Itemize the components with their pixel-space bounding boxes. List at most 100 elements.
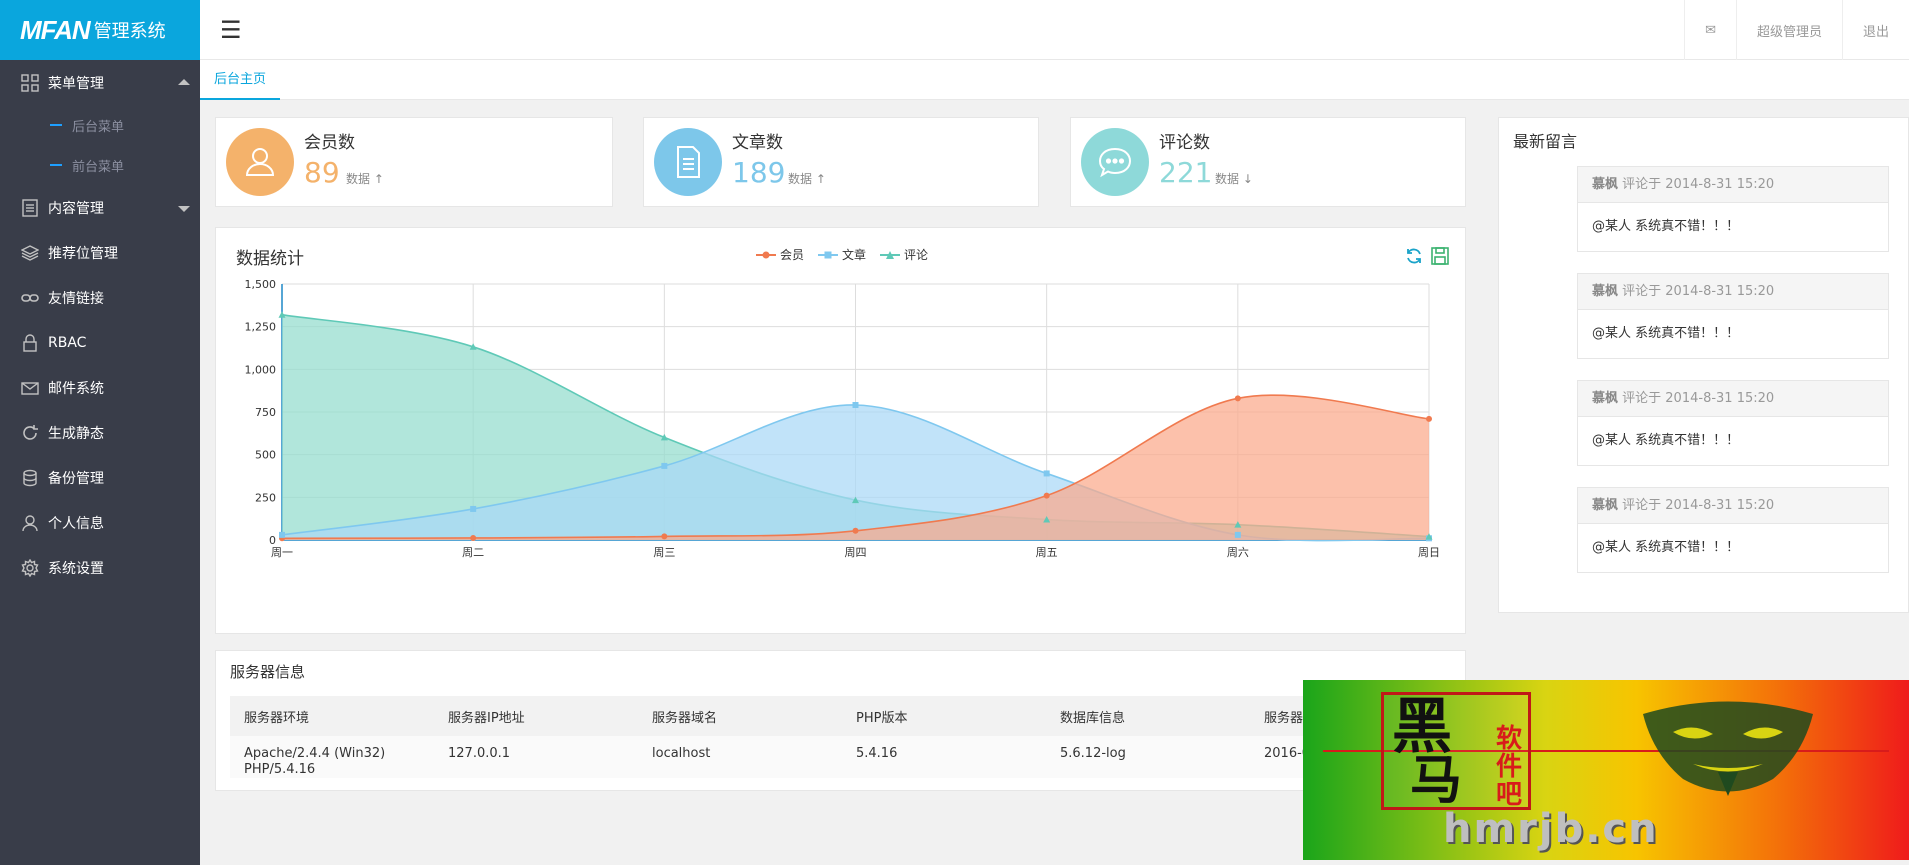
sidebar-item-profile[interactable]: 个人信息 [0, 500, 200, 545]
table-cell: 127.0.0.1 [434, 736, 638, 778]
message-item[interactable]: 慕枫 评论于 2014-8-31 15:20 @某人 系统真不错！！！ [1577, 273, 1889, 359]
sidebar-menu: 菜单管理 后台菜单 前台菜单 内容管理 推荐位管理 友情链接 RBAC 邮件系统… [0, 60, 200, 590]
logo[interactable]: MFAN 管理系统 [0, 0, 200, 60]
message-body: @某人 系统真不错！！！ [1592, 540, 1740, 555]
lock-icon [20, 333, 40, 353]
logout-button[interactable]: 退出 [1841, 0, 1909, 60]
server-info-title: 服务器信息 [230, 663, 306, 681]
chart-card: 数据统计 会员 文章 评论 0 250 500 750 1,000 1,250 1,500 周… [215, 227, 1466, 634]
sidebar-item-recommend[interactable]: 推荐位管理 [0, 230, 200, 275]
data-point [661, 462, 668, 469]
stat-circle [226, 128, 294, 196]
hamburger-menu-icon[interactable]: ☰ [220, 16, 242, 44]
document-icon [677, 146, 700, 178]
stat-value: 221 [1159, 156, 1213, 189]
x-tick-label: 周日 [1418, 546, 1440, 559]
stat-label: 评论数 [1159, 133, 1210, 153]
sidebar-item-label: 菜单管理 [48, 75, 104, 92]
message-item[interactable]: 慕枫 评论于 2014-8-31 15:20 @某人 系统真不错！！！ [1577, 487, 1889, 573]
dash-icon [50, 124, 62, 126]
legend-label: 文章 [842, 248, 867, 262]
stat-sub: 数据 ↑ [346, 170, 384, 187]
message-item[interactable]: 慕枫 评论于 2014-8-31 15:20 @某人 系统真不错！！！ [1577, 166, 1889, 252]
data-point [1426, 415, 1432, 422]
stat-value: 189 [732, 156, 786, 189]
message-meta: 评论于 2014-8-31 15:20 [1622, 498, 1775, 513]
data-point [852, 527, 859, 534]
data-point [1234, 395, 1241, 402]
message-meta: 评论于 2014-8-31 15:20 [1622, 177, 1775, 192]
sidebar-item-backup[interactable]: 备份管理 [0, 455, 200, 500]
x-tick-label: 周六 [1227, 546, 1249, 559]
message-meta: 评论于 2014-8-31 15:20 [1622, 391, 1775, 406]
watermark-banner: 黑 马 软件吧 hmrjb.cn [1303, 680, 1909, 860]
arrow-up-icon: ↑ [373, 172, 384, 186]
table-cell: 5.6.12-log [1046, 736, 1250, 778]
header-actions: ✉ 超级管理员 退出 [1684, 0, 1909, 60]
layers-icon [20, 243, 40, 263]
table-header-row: 服务器环境 服务器IP地址 服务器域名 PHP版本 数据库信息 服务器 [230, 696, 1452, 736]
stat-sub-label: 数据 [788, 172, 813, 186]
sidebar-item-rbac[interactable]: RBAC [0, 320, 200, 365]
x-tick-label: 周三 [653, 546, 675, 559]
sidebar-item-static[interactable]: 生成静态 [0, 410, 200, 455]
sidebar-item-label: RBAC [48, 334, 87, 351]
message-author: 慕枫 [1592, 391, 1619, 406]
message-author: 慕枫 [1592, 177, 1619, 192]
mask-icon [1643, 701, 1813, 796]
y-tick-label: 750 [255, 406, 276, 419]
stat-value: 89 [304, 156, 340, 189]
legend-item-articles[interactable]: 文章 [818, 246, 866, 263]
legend-label: 会员 [780, 248, 805, 262]
sidebar-item-mail[interactable]: 邮件系统 [0, 365, 200, 410]
sidebar-item-label: 个人信息 [48, 515, 104, 532]
table-header: 服务器域名 [638, 696, 842, 736]
sidebar-item-links[interactable]: 友情链接 [0, 275, 200, 320]
y-tick-label: 250 [255, 491, 276, 504]
x-tick-label: 周四 [845, 546, 867, 559]
legend-line-icon [756, 251, 776, 258]
sidebar-item-label: 系统设置 [48, 560, 104, 577]
sidebar-item-label: 友情链接 [48, 290, 104, 307]
sidebar-item-content-manage[interactable]: 内容管理 [0, 185, 200, 230]
sidebar-item-label: 生成静态 [48, 425, 104, 442]
user-menu[interactable]: 超级管理员 [1735, 0, 1842, 60]
message-meta: 评论于 2014-8-31 15:20 [1622, 284, 1775, 299]
data-point [1043, 470, 1050, 477]
x-tick-label: 周二 [462, 546, 484, 559]
save-icon[interactable] [1430, 246, 1450, 270]
grid-icon [20, 73, 40, 93]
y-tick-label: 1,250 [245, 321, 277, 334]
sidebar: MFAN 管理系统 菜单管理 后台菜单 前台菜单 内容管理 推荐位管理 友情链接… [0, 0, 200, 865]
chart-title: 数据统计 [236, 249, 304, 269]
stat-circle [1081, 128, 1149, 196]
comment-icon [1098, 147, 1132, 178]
sidebar-item-label: 内容管理 [48, 200, 104, 217]
sidebar-item-menu-manage[interactable]: 菜单管理 [0, 60, 200, 105]
sidebar-subitem-backend-menu[interactable]: 后台菜单 [0, 105, 200, 145]
tab-dashboard[interactable]: 后台主页 [200, 60, 281, 100]
chart-plot: 02505007501,0001,2501,500周一 周二 周三 周四 周五 周六 周日 [245, 278, 1441, 559]
legend-item-members[interactable]: 会员 [756, 246, 804, 263]
sidebar-item-settings[interactable]: 系统设置 [0, 545, 200, 590]
stat-sub-label: 数据 [1215, 172, 1240, 186]
message-item[interactable]: 慕枫 评论于 2014-8-31 15:20 @某人 系统真不错！！！ [1577, 380, 1889, 466]
sidebar-subitem-frontend-menu[interactable]: 前台菜单 [0, 145, 200, 185]
legend-item-comments[interactable]: 评论 [880, 246, 928, 263]
stat-circle [654, 128, 722, 196]
message-body: @某人 系统真不错！！！ [1592, 433, 1740, 448]
data-point [852, 402, 859, 409]
refresh-icon [20, 423, 40, 443]
top-header: ☰ ✉ 超级管理员 退出 [200, 0, 1909, 60]
refresh-icon[interactable] [1404, 246, 1424, 270]
legend-line-icon [880, 250, 901, 259]
table-cell: localhost [638, 736, 842, 778]
gear-icon [20, 558, 40, 578]
mail-button[interactable]: ✉ [1684, 0, 1736, 60]
x-tick-label: 周一 [271, 546, 293, 559]
message-body: @某人 系统真不错！！！ [1592, 219, 1740, 234]
messages-title: 最新留言 [1513, 132, 1578, 151]
sidebar-subitem-label: 后台菜单 [72, 119, 125, 135]
mail-icon: ✉ [1705, 22, 1716, 38]
data-point [661, 533, 668, 540]
